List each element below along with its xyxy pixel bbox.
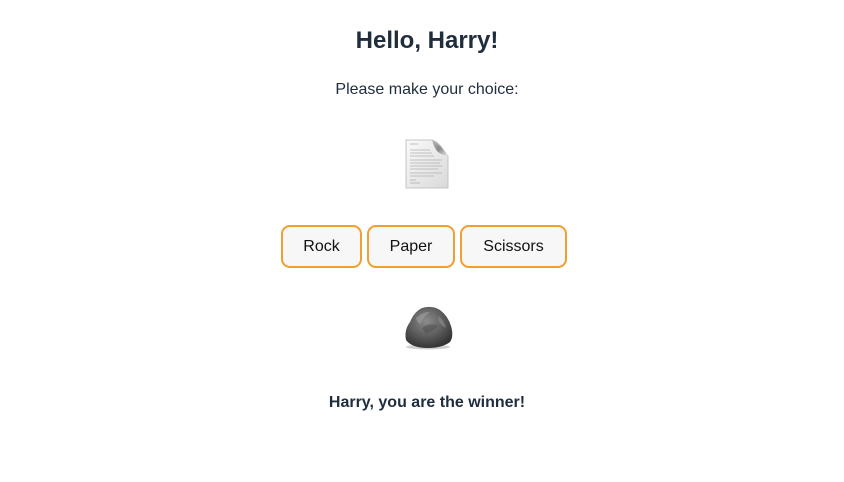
rock-icon xyxy=(402,304,454,350)
choice-prompt: Please make your choice: xyxy=(335,81,519,98)
game-container: Hello, Harry! Please make your choice: R… xyxy=(0,0,844,482)
rock-button[interactable]: Rock xyxy=(281,225,362,268)
scissors-button[interactable]: Scissors xyxy=(460,225,567,268)
greeting-heading: Hello, Harry! xyxy=(355,27,499,54)
paper-button[interactable]: Paper xyxy=(367,225,455,268)
paper-document-icon xyxy=(404,138,450,190)
choice-button-group: Rock Paper Scissors xyxy=(281,225,567,268)
result-message: Harry, you are the winner! xyxy=(328,394,526,411)
